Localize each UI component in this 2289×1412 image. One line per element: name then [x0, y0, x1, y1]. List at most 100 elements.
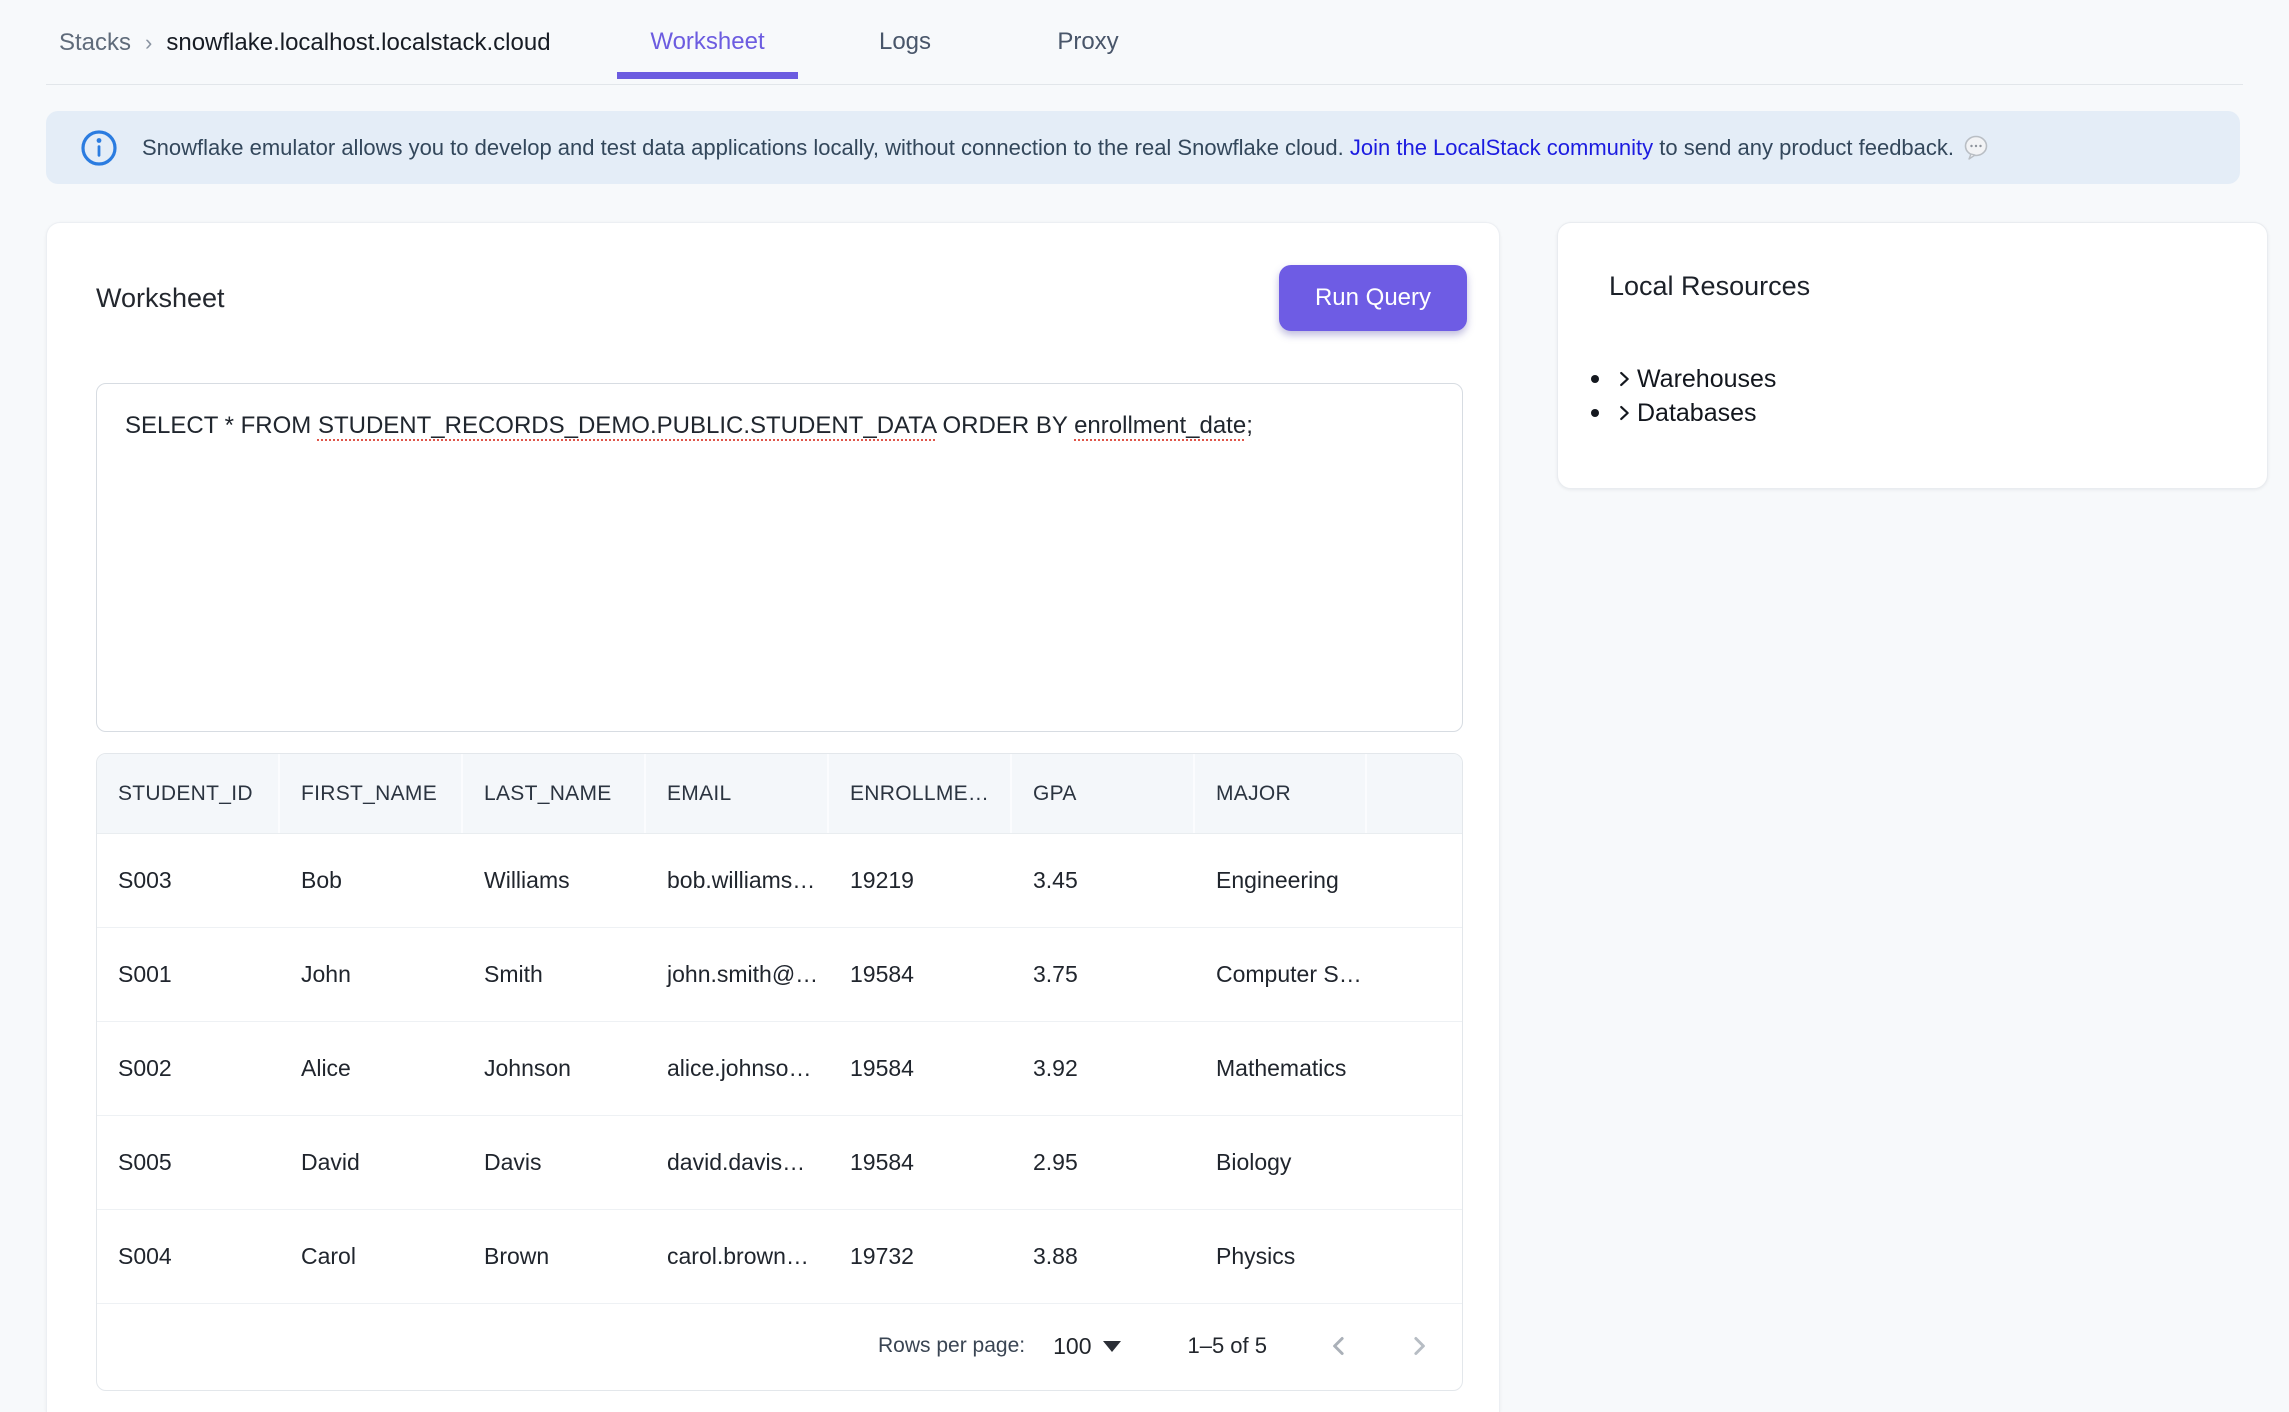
- sql-segment: SELECT * FROM: [125, 412, 318, 439]
- chevron-right-icon: [1404, 1331, 1434, 1361]
- table-row[interactable]: S001 John Smith john.smith@… 19584 3.75 …: [97, 928, 1462, 1022]
- table-row[interactable]: S003 Bob Williams bob.williams… 19219 3.…: [97, 834, 1462, 928]
- cell-email: bob.williams…: [646, 834, 829, 927]
- local-resources-card: Local Resources Warehouses Databases: [1557, 222, 2268, 489]
- cell-enrollment: 19219: [829, 834, 1012, 927]
- tab-worksheet[interactable]: Worksheet: [617, 0, 798, 84]
- cell-first-name: Carol: [280, 1210, 463, 1303]
- banner-text-before: Snowflake emulator allows you to develop…: [142, 135, 1350, 160]
- info-banner: Snowflake emulator allows you to develop…: [46, 111, 2240, 184]
- pagination-range-label: 1–5 of 5: [1187, 1333, 1267, 1359]
- sql-segment-spellcheck: STUDENT_RECORDS_DEMO.PUBLIC.STUDENT_DATA: [318, 412, 936, 439]
- sql-segment-spellcheck: enrollment_date: [1074, 412, 1246, 439]
- column-header-email[interactable]: EMAIL: [646, 754, 829, 833]
- chevron-left-icon: [1324, 1331, 1354, 1361]
- top-nav: Stacks › snowflake.localhost.localstack.…: [0, 0, 2289, 85]
- cell-email: david.davis…: [646, 1116, 829, 1209]
- cell-student-id: S005: [97, 1116, 280, 1209]
- info-icon: [80, 129, 118, 167]
- cell-student-id: S004: [97, 1210, 280, 1303]
- cell-first-name: John: [280, 928, 463, 1021]
- bullet-icon: [1591, 375, 1599, 383]
- cell-major: Computer S…: [1195, 928, 1367, 1021]
- dropdown-caret-icon: [1103, 1341, 1121, 1352]
- nav-divider: [46, 84, 2243, 85]
- cell-student-id: S001: [97, 928, 280, 1021]
- column-header-spacer: [1367, 754, 1462, 833]
- column-header-first-name[interactable]: FIRST_NAME: [280, 754, 463, 833]
- cell-major: Physics: [1195, 1210, 1367, 1303]
- cell-email: john.smith@…: [646, 928, 829, 1021]
- cell-major: Mathematics: [1195, 1022, 1367, 1115]
- cell-first-name: Alice: [280, 1022, 463, 1115]
- page: Stacks › snowflake.localhost.localstack.…: [0, 0, 2289, 1411]
- cell-gpa: 3.45: [1012, 834, 1195, 927]
- cell-enrollment: 19732: [829, 1210, 1012, 1303]
- cell-gpa: 3.75: [1012, 928, 1195, 1021]
- cell-major: Biology: [1195, 1116, 1367, 1209]
- cell-spacer: [1367, 1022, 1462, 1115]
- breadcrumb-separator-icon: ›: [145, 30, 152, 56]
- table-row[interactable]: S004 Carol Brown carol.brown… 19732 3.88…: [97, 1210, 1462, 1304]
- tree-item-label: Databases: [1637, 399, 1757, 428]
- run-query-button[interactable]: Run Query: [1279, 265, 1467, 331]
- cell-major: Engineering: [1195, 834, 1367, 927]
- banner-text-after: to send any product feedback.: [1653, 135, 1954, 160]
- cell-last-name: Davis: [463, 1116, 646, 1209]
- speech-balloon-icon: [1962, 135, 1990, 161]
- breadcrumb: Stacks › snowflake.localhost.localstack.…: [59, 0, 551, 85]
- column-header-last-name[interactable]: LAST_NAME: [463, 754, 646, 833]
- next-page-button[interactable]: [1397, 1324, 1441, 1368]
- cell-enrollment: 19584: [829, 928, 1012, 1021]
- table-row[interactable]: S005 David Davis david.davis… 19584 2.95…: [97, 1116, 1462, 1210]
- tree-item-label: Warehouses: [1637, 365, 1776, 394]
- cell-gpa: 3.92: [1012, 1022, 1195, 1115]
- cell-enrollment: 19584: [829, 1022, 1012, 1115]
- localstack-community-link[interactable]: Join the LocalStack community: [1350, 135, 1653, 160]
- sql-segment: ORDER BY: [936, 412, 1074, 439]
- chevron-right-icon: [1613, 402, 1635, 424]
- tab-logs[interactable]: Logs: [852, 0, 958, 84]
- cell-last-name: Johnson: [463, 1022, 646, 1115]
- chevron-right-icon: [1613, 368, 1635, 390]
- column-header-gpa[interactable]: GPA: [1012, 754, 1195, 833]
- cell-student-id: S003: [97, 834, 280, 927]
- rows-per-page-label: Rows per page:: [878, 1334, 1025, 1358]
- results-table: STUDENT_ID FIRST_NAME LAST_NAME EMAIL EN…: [96, 753, 1463, 1391]
- sql-editor[interactable]: SELECT * FROM STUDENT_RECORDS_DEMO.PUBLI…: [96, 383, 1463, 732]
- rows-per-page-select[interactable]: 100: [1053, 1333, 1121, 1360]
- cell-email: alice.johnso…: [646, 1022, 829, 1115]
- column-header-major[interactable]: MAJOR: [1195, 754, 1367, 833]
- cell-spacer: [1367, 1210, 1462, 1303]
- column-header-student-id[interactable]: STUDENT_ID: [97, 754, 280, 833]
- local-resources-title: Local Resources: [1609, 271, 1810, 302]
- cell-last-name: Williams: [463, 834, 646, 927]
- table-row[interactable]: S002 Alice Johnson alice.johnso… 19584 3…: [97, 1022, 1462, 1116]
- banner-text: Snowflake emulator allows you to develop…: [142, 135, 1990, 161]
- cell-first-name: Bob: [280, 834, 463, 927]
- tree-item-warehouses[interactable]: Warehouses: [1558, 362, 2247, 396]
- tab-proxy[interactable]: Proxy: [1032, 0, 1144, 84]
- cell-spacer: [1367, 928, 1462, 1021]
- cell-email: carol.brown…: [646, 1210, 829, 1303]
- cell-gpa: 2.95: [1012, 1116, 1195, 1209]
- column-header-enrollment[interactable]: ENROLLME…: [829, 754, 1012, 833]
- table-pagination: Rows per page: 100 1–5 of 5: [97, 1302, 1462, 1390]
- cell-gpa: 3.88: [1012, 1210, 1195, 1303]
- worksheet-title: Worksheet: [96, 283, 225, 314]
- tree-item-databases[interactable]: Databases: [1558, 396, 2247, 430]
- worksheet-card: Worksheet Run Query SELECT * FROM STUDEN…: [46, 222, 1500, 1412]
- cell-spacer: [1367, 834, 1462, 927]
- cell-spacer: [1367, 1116, 1462, 1209]
- sql-segment: ;: [1246, 412, 1253, 439]
- cell-first-name: David: [280, 1116, 463, 1209]
- cell-enrollment: 19584: [829, 1116, 1012, 1209]
- rows-per-page-value: 100: [1053, 1333, 1091, 1360]
- cell-last-name: Brown: [463, 1210, 646, 1303]
- previous-page-button[interactable]: [1317, 1324, 1361, 1368]
- table-header-row: STUDENT_ID FIRST_NAME LAST_NAME EMAIL EN…: [97, 754, 1462, 834]
- bullet-icon: [1591, 409, 1599, 417]
- breadcrumb-current-stack: snowflake.localhost.localstack.cloud: [166, 29, 550, 57]
- breadcrumb-stacks-link[interactable]: Stacks: [59, 29, 131, 57]
- cell-last-name: Smith: [463, 928, 646, 1021]
